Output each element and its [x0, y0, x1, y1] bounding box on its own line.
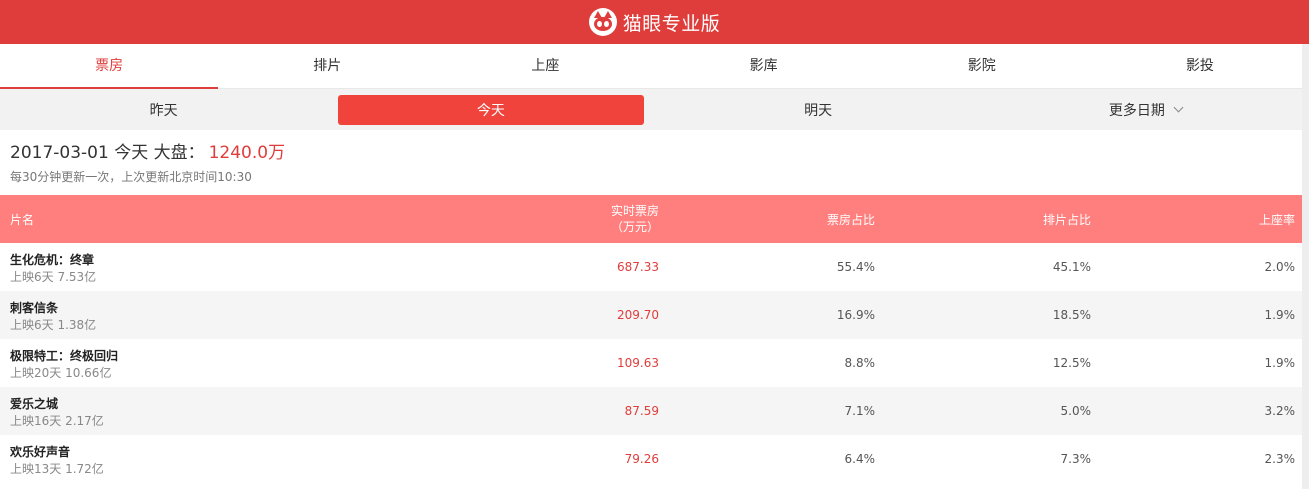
table-row[interactable]: 欢乐好声音 上映13天 1.72亿 79.26 6.4% 7.3% 2.3%	[0, 435, 1309, 483]
show-share-value: 5.0%	[1060, 404, 1092, 418]
table-header: 片名 实时票房 （万元） 票房占比 排片占比 上座率	[0, 195, 1309, 243]
date-tomorrow-label: 明天	[804, 102, 833, 119]
date-today-button[interactable]: 今天	[338, 94, 644, 125]
header-show-share[interactable]: 排片占比	[1043, 195, 1091, 243]
film-list: 生化危机：终章 上映6天 7.53亿 687.33 55.4% 45.1% 2.…	[0, 243, 1309, 483]
box-share-value: 6.4%	[844, 452, 876, 466]
realtime-box-value: 209.70	[617, 308, 659, 322]
seat-rate-value: 2.0%	[1264, 260, 1296, 274]
show-share-value: 7.3%	[1060, 452, 1092, 466]
film-release-info: 上映6天 1.38亿	[10, 318, 97, 332]
box-share-value: 8.8%	[844, 356, 876, 370]
film-release-info: 上映20天 10.66亿	[10, 366, 112, 380]
cat-eye-logo-icon	[588, 8, 617, 36]
show-share-value: 18.5%	[1052, 308, 1091, 322]
box-share-value: 7.1%	[844, 404, 876, 418]
header-realtime-box[interactable]: 实时票房 （万元）	[611, 195, 659, 243]
film-title: 极限特工：终极回归	[10, 349, 119, 363]
brand-title: 猫眼专业版	[622, 12, 721, 35]
film-release-info: 上映16天 2.17亿	[10, 414, 104, 428]
brand[interactable]: 猫眼专业版	[588, 8, 721, 36]
realtime-box-value: 87.59	[624, 404, 659, 418]
seat-rate-value: 1.9%	[1264, 356, 1296, 370]
chevron-down-icon	[1173, 102, 1184, 112]
film-release-info: 上映13天 1.72亿	[10, 462, 104, 476]
total-box-office: 1240.0万	[208, 143, 286, 163]
seat-rate-value: 1.9%	[1264, 308, 1296, 322]
header-realtime-box-unit: （万元）	[610, 220, 659, 234]
film-title: 欢乐好声音	[10, 445, 71, 459]
date-yesterday-button[interactable]: 昨天	[11, 95, 316, 125]
header-film-name: 片名	[10, 212, 35, 227]
film-release-info: 上映6天 7.53亿	[10, 270, 97, 284]
market-summary: 2017-03-01 今天 大盘： 1240.0万	[10, 138, 285, 163]
table-row[interactable]: 生化危机：终章 上映6天 7.53亿 687.33 55.4% 45.1% 2.…	[0, 243, 1309, 291]
realtime-box-value: 109.63	[617, 356, 659, 370]
table-row[interactable]: 爱乐之城 上映16天 2.17亿 87.59 7.1% 5.0% 3.2%	[0, 387, 1309, 435]
tab-investors[interactable]: 影投	[1091, 44, 1309, 88]
tab-film-library[interactable]: 影库	[655, 44, 873, 88]
more-dates-dropdown[interactable]: 更多日期	[993, 95, 1298, 125]
show-share-value: 45.1%	[1052, 260, 1091, 274]
date-today-label: 今天	[476, 102, 505, 119]
main-nav-tabs: 票房 排片 上座 影库 影院 影投	[0, 44, 1309, 89]
tab-cinemas[interactable]: 影院	[873, 44, 1091, 88]
seat-rate-value: 3.2%	[1264, 404, 1296, 418]
summary-date-label: 2017-03-01 今天 大盘：	[10, 143, 205, 163]
header-seat-rate[interactable]: 上座率	[1259, 195, 1295, 243]
header-box-share[interactable]: 票房占比	[827, 195, 875, 243]
update-notice: 每30分钟更新一次，上次更新北京时间10:30	[10, 170, 252, 184]
table-row[interactable]: 极限特工：终极回归 上映20天 10.66亿 109.63 8.8% 12.5%…	[0, 339, 1309, 387]
tab-attendance[interactable]: 上座	[436, 44, 654, 88]
app-header: 猫眼专业版	[0, 0, 1309, 44]
seat-rate-value: 2.3%	[1264, 452, 1296, 466]
date-yesterday-label: 昨天	[149, 102, 178, 119]
date-tomorrow-button[interactable]: 明天	[666, 95, 971, 125]
realtime-box-value: 687.33	[617, 260, 659, 274]
page-scrollbar[interactable]	[1302, 44, 1309, 489]
film-title: 生化危机：终章	[10, 253, 95, 267]
show-share-value: 12.5%	[1052, 356, 1091, 370]
table-row[interactable]: 刺客信条 上映6天 1.38亿 209.70 16.9% 18.5% 1.9%	[0, 291, 1309, 339]
realtime-box-value: 79.26	[624, 452, 659, 466]
date-selector: 昨天 今天 明天 更多日期	[0, 89, 1309, 130]
film-title: 爱乐之城	[10, 397, 59, 411]
box-share-value: 16.9%	[836, 308, 875, 322]
film-title: 刺客信条	[10, 301, 59, 315]
tab-box-office[interactable]: 票房	[0, 44, 219, 89]
header-realtime-box-label: 实时票房	[610, 204, 659, 218]
tab-schedule[interactable]: 排片	[218, 44, 436, 88]
box-share-value: 55.4%	[836, 260, 875, 274]
more-dates-label: 更多日期	[1108, 102, 1165, 119]
